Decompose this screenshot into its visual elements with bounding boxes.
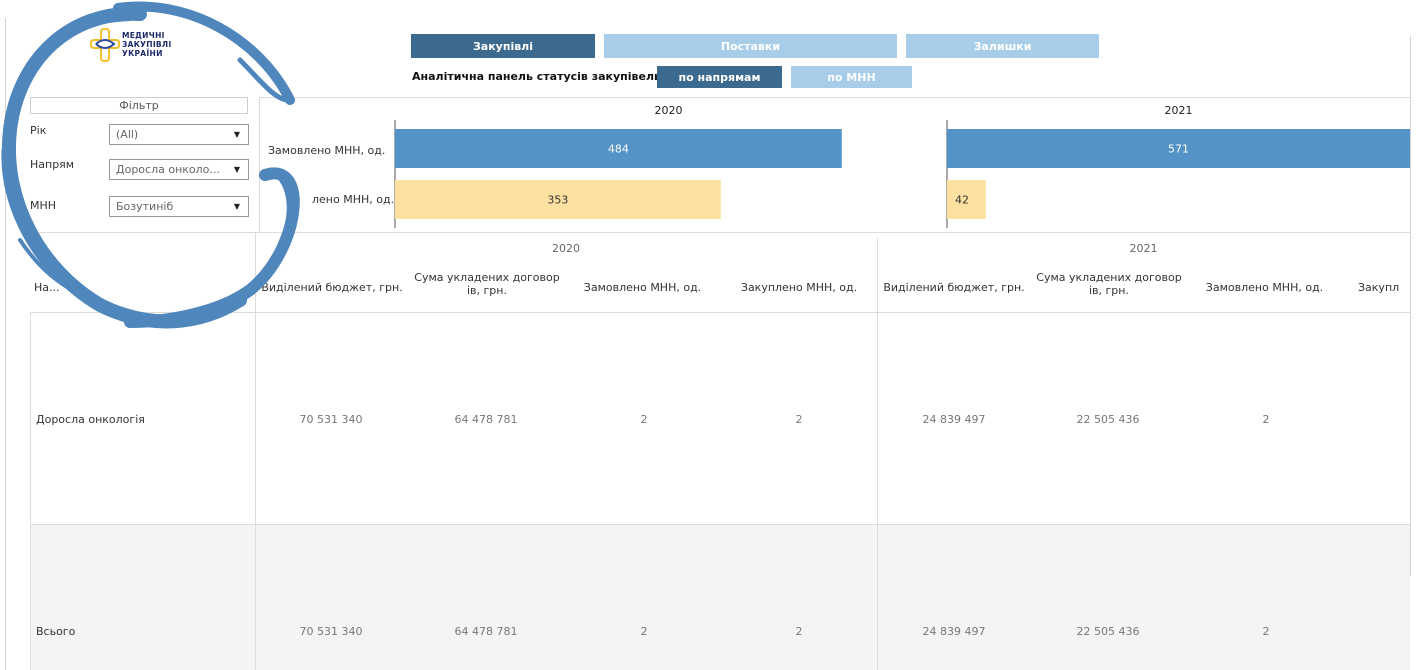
table-cell: 70 531 340: [299, 413, 363, 426]
table-cell: 64 478 781: [454, 625, 518, 638]
bar-chart: 484 353 571 42: [394, 120, 1410, 228]
table-cell: 2: [795, 413, 803, 426]
col-contracts-2021: Сума укладених договор ів, грн.: [1036, 271, 1182, 297]
table-cell: 2: [640, 413, 648, 426]
table-divider-years-total: [877, 525, 878, 670]
bar-label-2021-ordered: 571: [1168, 143, 1189, 156]
table-row-divider: [30, 524, 1410, 525]
total-row-background: [31, 525, 1410, 670]
table-year-2020: 2020: [552, 242, 580, 255]
table-header-divider: [30, 312, 1410, 313]
col-purchased-2021: Закупл: [1358, 281, 1400, 294]
col-budget-2021: Виділений бюджет, грн.: [883, 281, 1025, 294]
col-budget-2020: Виділений бюджет, грн.: [261, 281, 403, 294]
table-cell: 22 505 436: [1076, 413, 1140, 426]
bar-label-2020-ordered: 484: [608, 143, 629, 156]
table-cell: 22 505 436: [1076, 625, 1140, 638]
row-label-adult-oncology: Доросла онкологія: [36, 413, 145, 426]
bar-label-2020-purchased: 353: [547, 194, 568, 207]
table-cell: 2: [795, 625, 803, 638]
table-cell: 24 839 497: [922, 625, 986, 638]
col-ordered-2021: Замовлено МНН, од.: [1205, 281, 1324, 294]
bar-label-2021-purchased: 42: [955, 194, 969, 207]
row-label-total: Всього: [36, 625, 76, 638]
col-ordered-2020: Замовлено МНН, од.: [583, 281, 702, 294]
table-cell: 2: [1262, 625, 1270, 638]
table-cell: 64 478 781: [454, 413, 518, 426]
table-year-2021: 2021: [1129, 242, 1158, 255]
col-contracts-2020: Сума укладених договор ів, грн.: [414, 271, 560, 297]
table-cell: 24 839 497: [922, 413, 986, 426]
table-cell: 2: [1262, 413, 1270, 426]
table-cell: 2: [640, 625, 648, 638]
col-purchased-2020: Закуплено МНН, од.: [740, 281, 858, 294]
table-row-header: На...: [34, 281, 60, 294]
table-divider-rowheader-total: [255, 525, 256, 670]
table-cell: 70 531 340: [299, 625, 363, 638]
table-top-border: [30, 232, 1410, 233]
